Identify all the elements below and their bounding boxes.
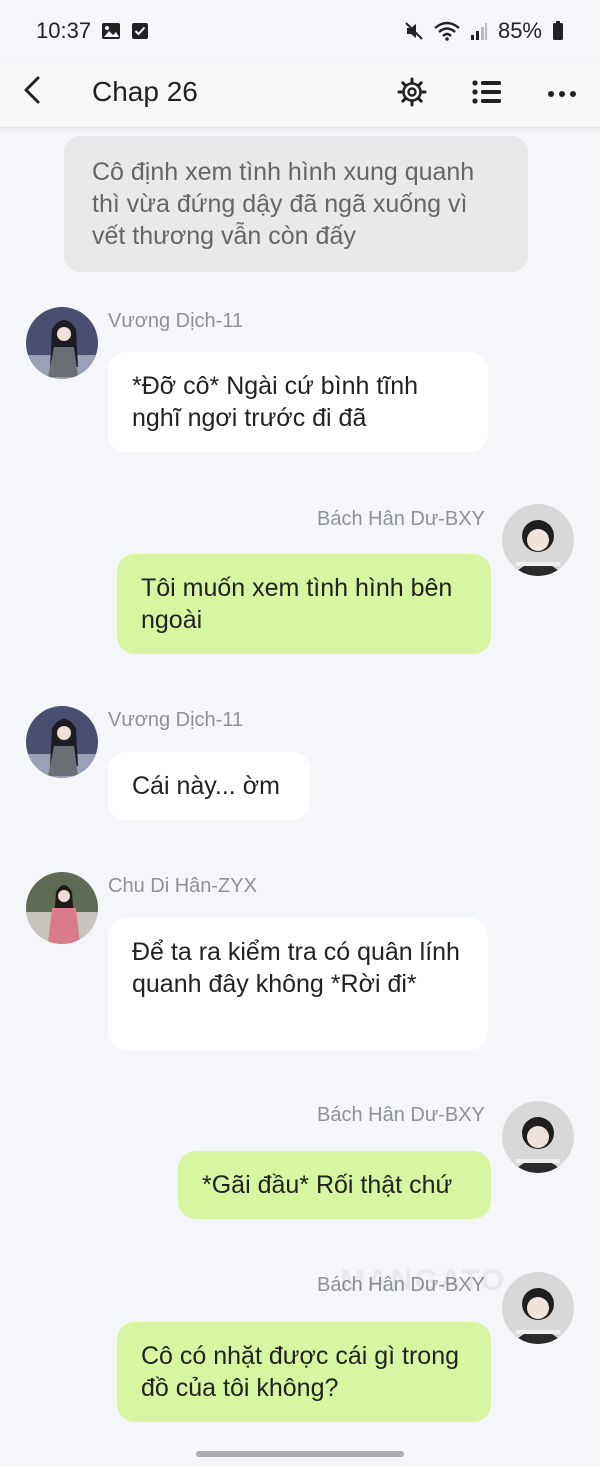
list-icon <box>472 79 502 110</box>
message-bubble: *Đỡ cô* Ngài cứ bình tĩnh nghĩ ngơi trướ… <box>108 352 488 452</box>
status-bar: 10:37 85% <box>0 0 600 62</box>
status-right: 85% <box>404 18 564 44</box>
status-time: 10:37 <box>36 18 92 43</box>
chat-area: Cô định xem tình hình xung quanh thì vừa… <box>0 128 600 1467</box>
sender-name: Chu Di Hân-ZYX <box>108 875 257 897</box>
sender-name: Bách Hân Dư-BXY <box>317 1104 485 1126</box>
avatar[interactable] <box>502 1101 574 1173</box>
battery-icon <box>552 21 564 41</box>
message-bubble: Cô có nhặt được cái gì trong đồ của tôi … <box>117 1322 491 1422</box>
sender-name: Vương Dịch-11 <box>108 709 244 731</box>
back-icon <box>22 75 42 110</box>
back-button[interactable] <box>14 72 50 112</box>
more-icon <box>547 85 577 103</box>
avatar[interactable] <box>26 706 98 778</box>
battery-percent: 85% <box>497 18 542 43</box>
home-indicator[interactable] <box>196 1451 404 1457</box>
wifi-icon <box>434 21 460 41</box>
message-bubble: Tôi muốn xem tình hình bên ngoài <box>117 554 491 654</box>
more-button[interactable] <box>540 72 584 116</box>
mute-icon <box>404 21 424 41</box>
check-box-icon <box>131 22 149 40</box>
message-bubble: Để ta ra kiểm tra có quân lính quanh đây… <box>108 918 488 1050</box>
chapter-list-button[interactable] <box>465 72 509 116</box>
watermark: MANGATO <box>340 1264 507 1297</box>
avatar[interactable] <box>502 504 574 576</box>
message-bubble: Cái này... ờm <box>108 752 310 820</box>
page-title: Chap 26 <box>92 76 198 107</box>
status-left: 10:37 <box>36 18 149 44</box>
signal-icon <box>470 21 488 41</box>
avatar[interactable] <box>26 872 98 944</box>
sender-name: Bách Hân Dư-BXY <box>317 508 485 530</box>
gallery-icon <box>101 22 121 40</box>
avatar[interactable] <box>502 1272 574 1344</box>
gear-icon <box>397 77 427 112</box>
app-bar: Chap 26 <box>0 62 600 128</box>
message-bubble: *Gãi đầu* Rối thật chứ <box>178 1151 491 1219</box>
narration-bubble: Cô định xem tình hình xung quanh thì vừa… <box>64 136 528 272</box>
sender-name: Vương Dịch-11 <box>108 310 244 332</box>
settings-button[interactable] <box>390 72 434 116</box>
avatar[interactable] <box>26 307 98 379</box>
